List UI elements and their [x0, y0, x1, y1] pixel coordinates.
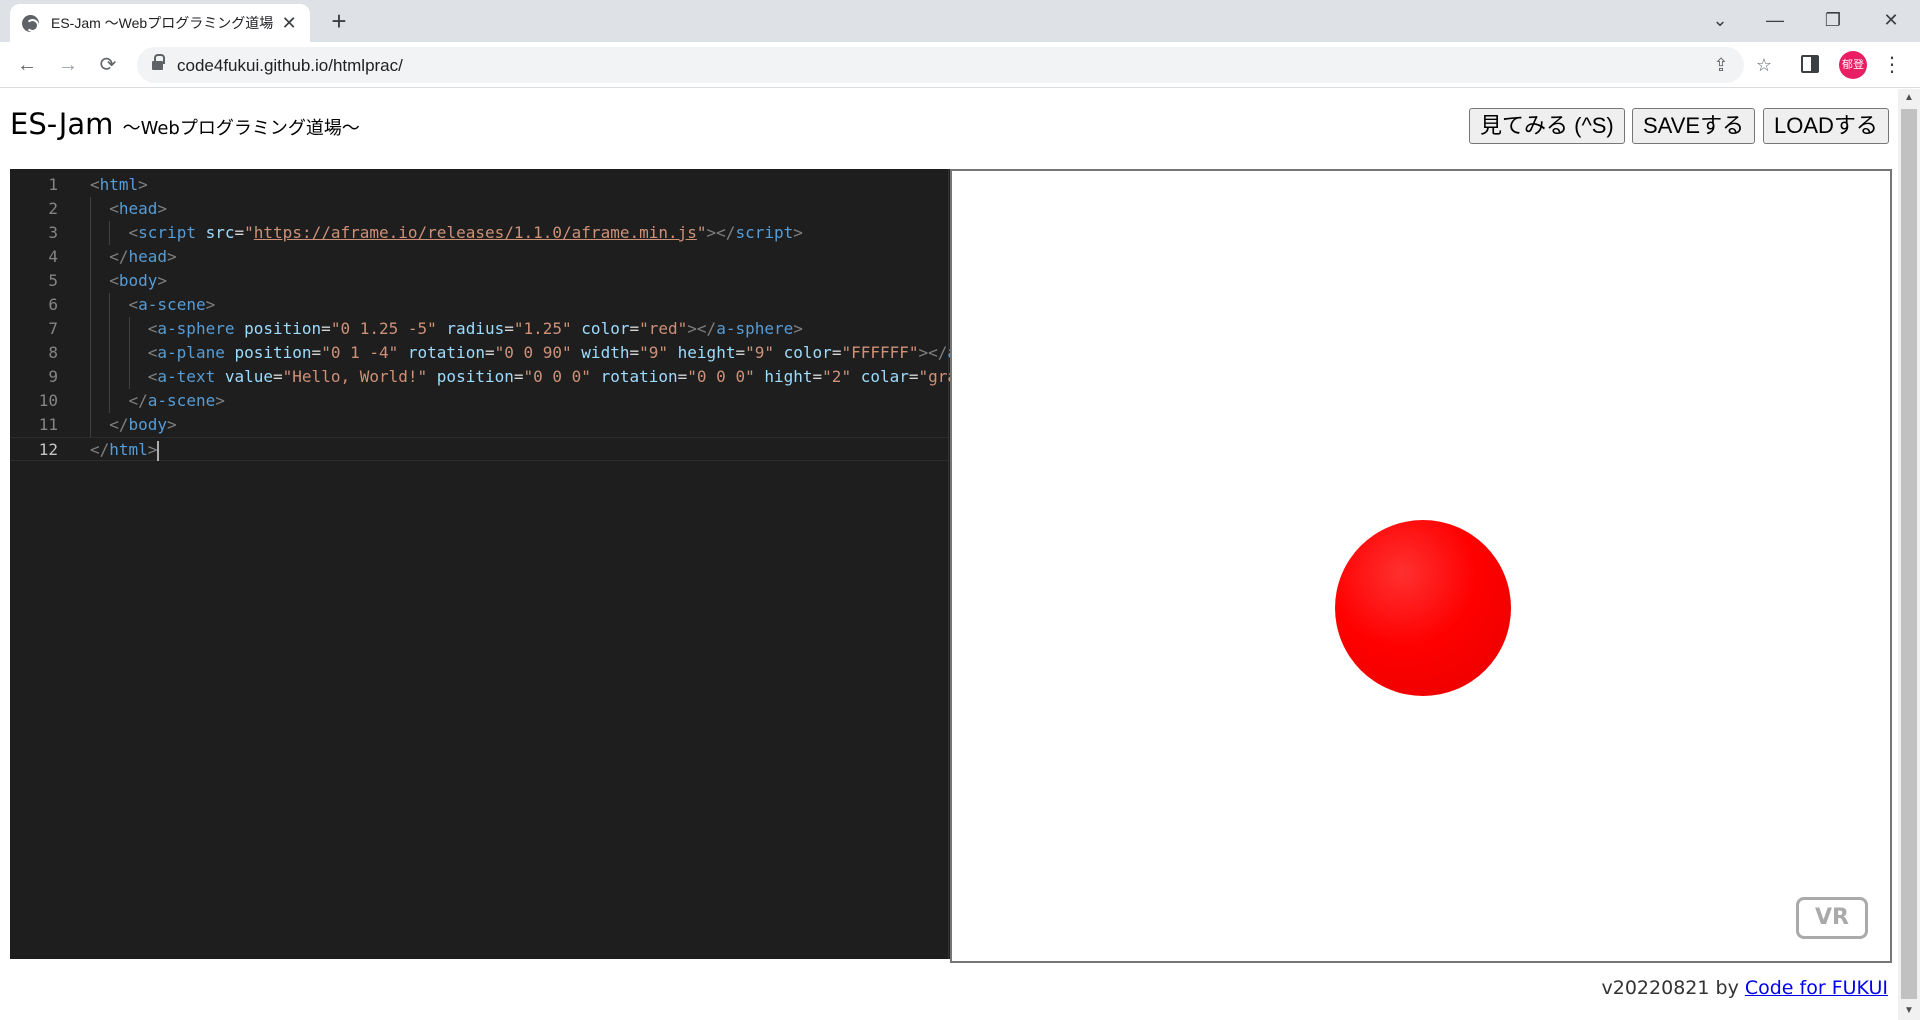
- view-button[interactable]: 見てみる (^S): [1469, 108, 1625, 144]
- code-line[interactable]: 1 <html>: [10, 173, 950, 197]
- code-text[interactable]: </head>: [109, 245, 176, 269]
- indent-guide: [128, 365, 130, 389]
- indent-guide: [90, 341, 91, 365]
- code-line[interactable]: 2 <head>: [10, 197, 950, 221]
- line-number: 4: [48, 247, 58, 266]
- code-line[interactable]: 4 </head>: [10, 245, 950, 269]
- reload-button[interactable]: ⟳: [93, 50, 123, 80]
- indent-guide: [90, 389, 91, 413]
- indent-guide: [90, 221, 91, 245]
- lock-icon[interactable]: [152, 54, 165, 71]
- browser-tab-bar: ES-Jam ～Webプログラミング道場～ ✕ + ⌄ — ❐ ✕: [0, 0, 1920, 42]
- page-scrollbar[interactable]: ▲ ▼: [1898, 89, 1920, 1020]
- code-line[interactable]: 3 <script src="https://aframe.io/releases…: [10, 221, 950, 245]
- globe-icon: [22, 14, 39, 32]
- line-number: 1: [48, 175, 58, 194]
- back-button[interactable]: ←: [12, 50, 42, 80]
- code-line[interactable]: 6 <a-scene>: [10, 293, 950, 317]
- restore-button[interactable]: ❐: [1818, 6, 1848, 34]
- indent-guide: [128, 317, 130, 341]
- tab-close-icon[interactable]: ✕: [280, 14, 298, 32]
- browser-toolbar: ← → ⟳ code4fukui.github.io/htmlprac/ ⇪ ☆…: [0, 42, 1920, 88]
- code-for-fukui-link[interactable]: Code for FUKUI: [1745, 977, 1888, 999]
- code-text[interactable]: <script src="https://aframe.io/releases/…: [129, 221, 803, 245]
- code-line[interactable]: 8 <a-plane position="0 1 -4" rotation="0 …: [10, 341, 950, 365]
- code-line[interactable]: 9 <a-text value="Hello, World!" position=…: [10, 365, 950, 389]
- code-text[interactable]: <a-text value="Hello, World!" position="…: [148, 365, 950, 389]
- indent-guide: [90, 293, 91, 317]
- code-text[interactable]: <a-sphere position="0 1.25 -5" radius="1…: [148, 317, 803, 341]
- scroll-up-arrow-icon[interactable]: ▲: [1898, 89, 1920, 107]
- vr-button[interactable]: VR: [1796, 897, 1868, 939]
- red-sphere: [1335, 520, 1511, 696]
- code-text[interactable]: <html>: [90, 173, 148, 197]
- line-number: 5: [48, 271, 58, 290]
- code-text[interactable]: <a-scene>: [129, 293, 216, 317]
- indent-guide: [90, 269, 91, 293]
- code-line[interactable]: 7 <a-sphere position="0 1.25 -5" radius="…: [10, 317, 950, 341]
- line-number: 3: [48, 223, 58, 242]
- code-line[interactable]: 10 </a-scene>: [10, 389, 950, 413]
- share-icon[interactable]: ⇪: [1709, 53, 1733, 77]
- menu-icon[interactable]: ⋮: [1882, 50, 1902, 80]
- indent-guide: [90, 197, 91, 221]
- app-subtitle: ～Webプログラミング道場～: [122, 118, 360, 139]
- indent-guide: [90, 245, 91, 269]
- indent-guide: [109, 389, 111, 413]
- indent-guide: [90, 365, 91, 389]
- footer: v20220821 by Code for FUKUI: [1602, 977, 1888, 999]
- line-number: 10: [38, 391, 58, 410]
- indent-guide: [109, 365, 111, 389]
- indent-guide: [109, 317, 111, 341]
- indent-guide: [90, 413, 91, 437]
- vr-preview[interactable]: VR: [950, 169, 1892, 963]
- minimize-button[interactable]: —: [1760, 6, 1790, 34]
- code-text[interactable]: <head>: [109, 197, 167, 221]
- tab-title: ES-Jam ～Webプログラミング道場～: [51, 15, 275, 31]
- star-icon[interactable]: ☆: [1752, 53, 1776, 77]
- scroll-down-arrow-icon[interactable]: ▼: [1898, 1002, 1920, 1020]
- avatar[interactable]: 郁登: [1839, 51, 1867, 79]
- line-number: 2: [48, 199, 58, 218]
- page-title: ES-Jam ～Webプログラミング道場～: [10, 107, 360, 141]
- app-title: ES-Jam: [10, 107, 114, 141]
- new-tab-button[interactable]: +: [325, 8, 353, 36]
- address-bar[interactable]: code4fukui.github.io/htmlprac/ ⇪ ☆: [137, 47, 1772, 83]
- side-panel-icon[interactable]: [1801, 55, 1819, 73]
- code-text[interactable]: </a-scene>: [129, 389, 225, 413]
- code-line[interactable]: 12 </html>: [10, 437, 950, 461]
- line-number: 11: [38, 415, 58, 434]
- line-number: 7: [48, 319, 58, 338]
- scroll-thumb[interactable]: [1901, 109, 1917, 999]
- code-text[interactable]: </body>: [109, 413, 176, 437]
- line-number: 8: [48, 343, 58, 362]
- line-number: 9: [48, 367, 58, 386]
- code-editor[interactable]: 1 <html> 2 <head> 3 <script src="https://afra…: [10, 169, 950, 959]
- text-cursor: [157, 440, 160, 461]
- code-text[interactable]: </html>: [90, 438, 160, 462]
- indent-guide: [109, 341, 111, 365]
- line-number: 12: [38, 440, 58, 459]
- code-text[interactable]: <body>: [109, 269, 167, 293]
- save-button[interactable]: SAVEする: [1632, 108, 1756, 144]
- load-button[interactable]: LOADする: [1763, 108, 1889, 144]
- indent-guide: [90, 317, 91, 341]
- browser-tab[interactable]: ES-Jam ～Webプログラミング道場～ ✕: [10, 4, 310, 42]
- indent-guide: [109, 293, 111, 317]
- forward-button[interactable]: →: [53, 50, 83, 80]
- indent-guide: [128, 341, 130, 365]
- page: ES-Jam ～Webプログラミング道場～ 見てみる (^S) SAVEする L…: [0, 89, 1898, 1020]
- code-text[interactable]: <a-plane position="0 1 -4" rotation="0 0…: [148, 341, 950, 365]
- tab-search-chevron-icon[interactable]: ⌄: [1705, 6, 1735, 34]
- line-number: 6: [48, 295, 58, 314]
- code-line[interactable]: 5 <body>: [10, 269, 950, 293]
- url-text[interactable]: code4fukui.github.io/htmlprac/: [177, 56, 403, 76]
- close-window-button[interactable]: ✕: [1876, 6, 1906, 34]
- code-line[interactable]: 11 </body>: [10, 413, 950, 437]
- indent-guide: [109, 221, 111, 245]
- version-text: v20220821 by: [1601, 977, 1745, 999]
